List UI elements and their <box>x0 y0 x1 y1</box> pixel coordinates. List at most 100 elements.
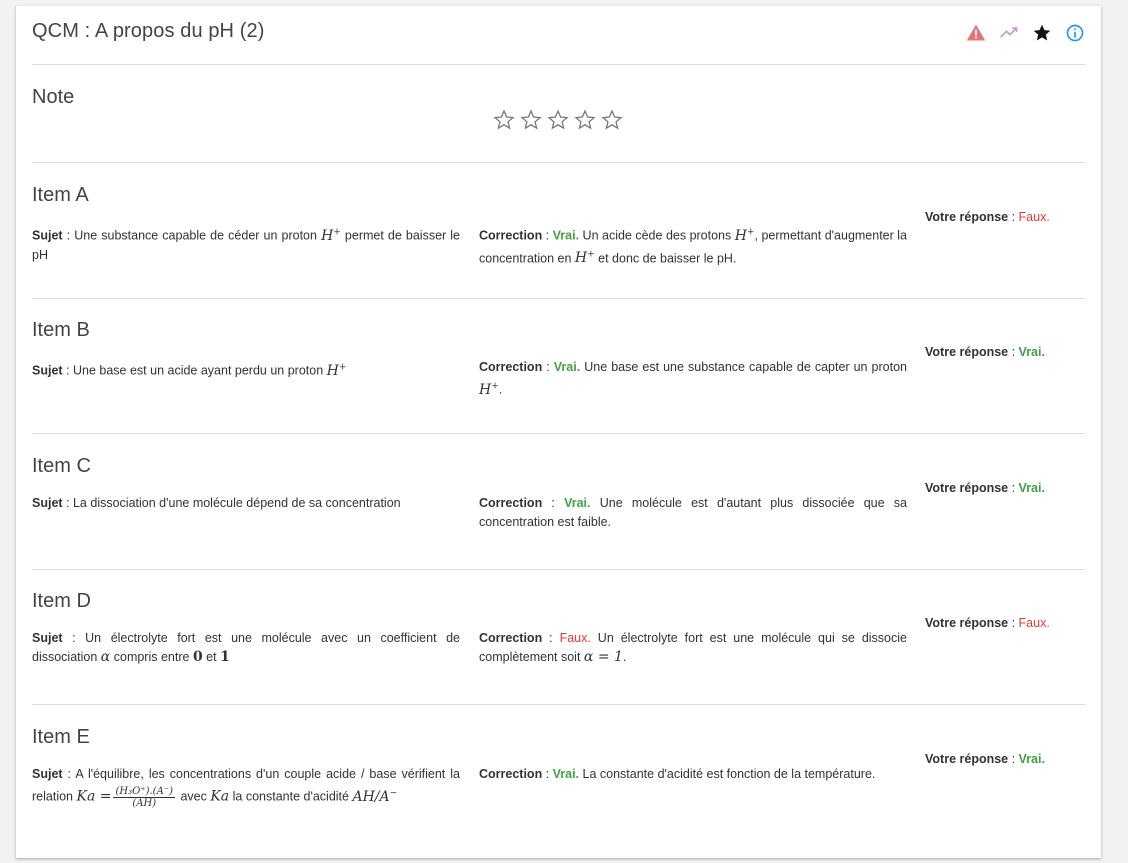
correction-verdict: Faux. <box>559 631 591 645</box>
ka-fraction: (H₃O⁺).(A⁻) (AH) <box>113 786 175 809</box>
h-plus-math: H+ <box>574 249 595 267</box>
item-title: Item A <box>32 184 89 206</box>
label-sep: : <box>542 767 553 781</box>
item-sujet: Sujet : La dissociation d'une molécule d… <box>32 494 460 513</box>
item-correction: Correction : Vrai. Une molécule est d'au… <box>479 494 907 532</box>
item-sujet: Sujet : A l'équilibre, les concentration… <box>32 765 460 809</box>
correction-text: Une base est une substance capable de ca… <box>580 360 908 374</box>
fraction-numerator: (H₃O⁺).(A⁻) <box>113 785 175 798</box>
reponse-value: Vrai. <box>1018 481 1045 495</box>
one-math: 1 <box>220 649 230 665</box>
rating-star-2-icon[interactable] <box>519 108 543 132</box>
sujet-text-post: la constante d'acidité <box>229 789 353 804</box>
correction-label: Correction <box>479 496 543 510</box>
item-reponse: Votre réponse : Vrai. <box>925 343 1085 362</box>
sujet-text-mid: compris entre <box>110 650 193 664</box>
math-ah-a: AH/A <box>352 788 390 805</box>
label-sep: : <box>542 496 565 510</box>
page-title: QCM : A propos du pH (2) <box>32 20 265 42</box>
rating-star-4-icon[interactable] <box>573 108 597 132</box>
label-sep: : <box>62 496 73 510</box>
correction-verdict: Vrai. <box>553 360 581 374</box>
math-h: H <box>574 250 588 267</box>
correction-text-post: et donc de baisser le pH. <box>594 251 737 266</box>
card-header: QCM : A propos du pH (2) <box>32 6 1085 65</box>
sujet-text: La dissociation d'une molécule dépend de… <box>72 496 401 510</box>
label-sep: : <box>542 228 553 243</box>
item-title: Item C <box>32 455 91 477</box>
item-sujet: Sujet : Une substance capable de céder u… <box>32 223 460 265</box>
item-title: Item E <box>32 726 90 748</box>
qcm-item-d: Item D Sujet : Un électrolyte fort est u… <box>32 569 1085 705</box>
reponse-value: Faux. <box>1018 616 1050 630</box>
item-correction: Correction : Vrai. Une base est une subs… <box>479 358 907 400</box>
correction-text: Un acide cède des protons <box>579 228 735 243</box>
correction-label: Correction <box>479 631 543 645</box>
label-sep: : <box>1008 210 1019 224</box>
info-icon[interactable] <box>1064 22 1085 43</box>
item-title: Item D <box>32 590 91 612</box>
item-reponse: Votre réponse : Faux. <box>925 208 1085 227</box>
correction-text: La constante d'acidité est fonction de l… <box>579 767 876 781</box>
correction-verdict: Vrai. <box>552 228 580 243</box>
label-sep: : <box>542 631 560 645</box>
correction-label: Correction <box>479 360 543 374</box>
qcm-item-b: Item B Sujet : Une base est un acide aya… <box>32 298 1085 434</box>
rating-star-3-icon[interactable] <box>546 108 570 132</box>
sujet-text-et: et <box>202 650 221 664</box>
sujet-text-mid: avec <box>176 789 211 804</box>
label-sep: : <box>1008 481 1019 495</box>
item-reponse: Votre réponse : Vrai. <box>925 750 1085 769</box>
item-correction: Correction : Vrai. La constante d'acidit… <box>479 765 907 784</box>
correction-verdict: Vrai. <box>564 496 591 510</box>
sujet-text: Une base est un acide ayant perdu un pro… <box>72 363 327 378</box>
math-h: H <box>326 362 339 379</box>
h-plus-math: H+ <box>734 227 755 244</box>
h-plus-math: H+ <box>321 227 341 244</box>
label-sep: : <box>1008 752 1019 766</box>
label-sep: : <box>62 228 75 243</box>
ka-math: Ka <box>210 788 230 805</box>
correction-label: Correction <box>479 228 543 243</box>
item-sujet: Sujet : Une base est un acide ayant perd… <box>32 358 460 381</box>
item-reponse: Votre réponse : Vrai. <box>925 479 1085 498</box>
item-correction: Correction : Faux. Un électrolyte fort e… <box>479 629 907 667</box>
item-correction: Correction : Vrai. Un acide cède des pro… <box>479 223 907 268</box>
reponse-label: Votre réponse <box>925 752 1009 766</box>
label-sep: : <box>62 631 86 645</box>
item-sujet: Sujet : Un électrolyte fort est une molé… <box>32 629 460 667</box>
qcm-item-a: Item A Sujet : Une substance capable de … <box>32 163 1085 299</box>
reponse-value: Vrai. <box>1018 345 1045 359</box>
reponse-label: Votre réponse <box>925 481 1009 495</box>
math-h: H <box>479 381 492 398</box>
trending-up-icon[interactable] <box>998 22 1019 43</box>
note-title: Note <box>32 86 75 108</box>
correction-text-post: . <box>622 650 627 664</box>
qcm-item-c: Item C Sujet : La dissociation d'une mol… <box>32 434 1085 570</box>
qcm-item-e: Item E Sujet : A l'équilibre, les concen… <box>32 705 1085 845</box>
reponse-value: Vrai. <box>1018 752 1045 766</box>
ah-a-math: AH/A− <box>352 788 398 805</box>
label-sep: : <box>1008 345 1019 359</box>
rating-star-5-icon[interactable] <box>600 108 624 132</box>
sujet-text: Une substance capable de céder un proton <box>74 228 322 243</box>
item-title: Item B <box>32 319 90 341</box>
reponse-label: Votre réponse <box>925 616 1009 630</box>
reponse-value: Faux. <box>1018 210 1050 224</box>
warning-icon[interactable] <box>965 22 986 43</box>
item-reponse: Votre réponse : Faux. <box>925 614 1085 633</box>
h-plus-math: H+ <box>479 381 499 398</box>
alpha-equals-one-math: α = 1 <box>583 649 623 665</box>
correction-verdict: Vrai. <box>552 767 580 781</box>
qcm-card: QCM : A propos du pH (2) Note Item A Suj… <box>16 6 1101 858</box>
star-icon[interactable] <box>1031 22 1052 43</box>
alpha-math: α <box>100 649 111 665</box>
note-section: Note <box>32 64 1085 163</box>
reponse-label: Votre réponse <box>925 210 1009 224</box>
rating-star-1-icon[interactable] <box>492 108 516 132</box>
math-h: H <box>321 227 334 244</box>
zero-math: 0 <box>192 649 203 665</box>
star-rating[interactable] <box>492 108 624 132</box>
reponse-label: Votre réponse <box>925 345 1009 359</box>
math-h: H <box>734 227 747 244</box>
